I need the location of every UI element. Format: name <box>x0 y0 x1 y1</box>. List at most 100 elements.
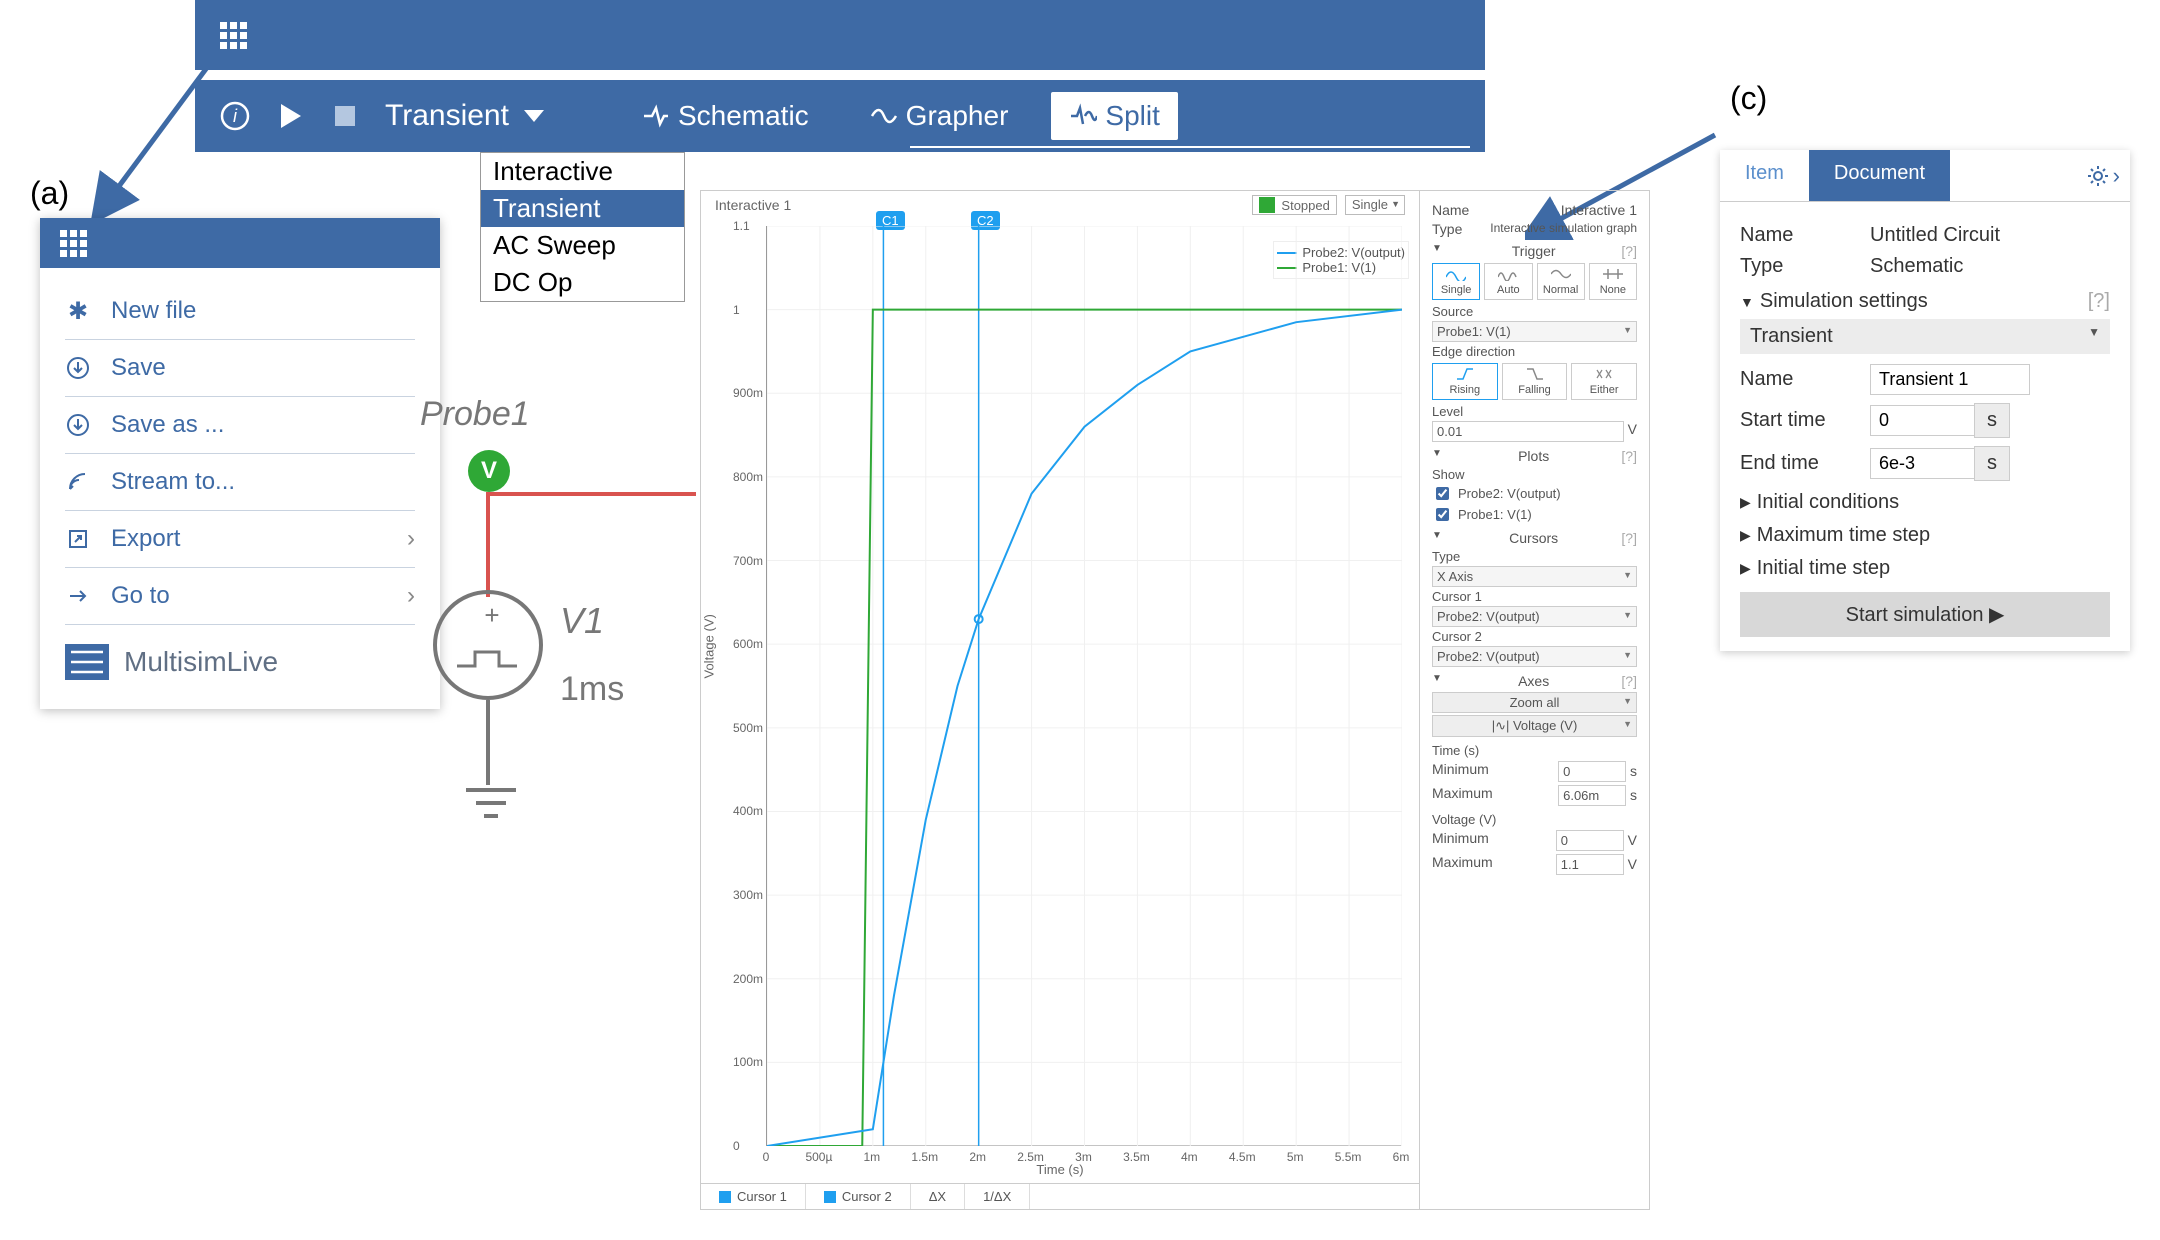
wire <box>486 492 696 496</box>
cursor-type-select[interactable]: X Axis <box>1432 566 1637 587</box>
view-schematic-button[interactable]: Schematic <box>624 92 827 140</box>
ground-icon <box>456 785 526 835</box>
end-time-input[interactable] <box>1870 448 1975 479</box>
edge-falling[interactable]: Falling <box>1502 363 1568 400</box>
dd-dc-op[interactable]: DC Op <box>481 264 684 301</box>
section-plots[interactable]: Plots[?] <box>1432 448 1637 464</box>
section-initial-timestep[interactable]: ▶Initial time step <box>1740 557 2110 580</box>
volt-max-input[interactable]: 1.1 <box>1556 854 1624 875</box>
tab-document[interactable]: Document <box>1809 150 1950 201</box>
menu-stream-to[interactable]: Stream to... <box>65 454 415 511</box>
unit-label: s <box>1974 446 2010 481</box>
start-time-input[interactable] <box>1870 405 1975 436</box>
app-grid-icon[interactable] <box>60 230 87 257</box>
multisim-logo[interactable]: MultisimLive <box>65 640 415 684</box>
menu-label: Save <box>111 354 166 382</box>
zoom-all-button[interactable]: Zoom all <box>1432 692 1637 713</box>
play-icon[interactable] <box>275 101 305 131</box>
menu-export[interactable]: Export › <box>65 511 415 568</box>
cursor-dx[interactable]: ΔX <box>911 1184 965 1209</box>
view-grapher-label: Grapher <box>906 100 1009 132</box>
voltage-source-icon[interactable]: + <box>433 590 543 700</box>
section-sim-settings[interactable]: ▼ Simulation settings [?] <box>1740 290 2110 313</box>
menu-goto[interactable]: Go to › <box>65 568 415 625</box>
chevron-right-icon: › <box>407 525 415 553</box>
trigger-mode-select[interactable]: Single <box>1345 195 1405 215</box>
analysis-type-select[interactable]: Transient <box>1740 319 2110 354</box>
grapher-panel: Interactive 1 Stopped Single C1 C2 Probe… <box>700 190 1420 1210</box>
info-icon[interactable]: i <box>220 101 250 131</box>
caret-down-icon: ▼ <box>1740 294 1754 310</box>
section-initial-conditions[interactable]: ▶Initial conditions <box>1740 491 2110 514</box>
source-label: Source <box>1432 304 1637 319</box>
cursor-2-info[interactable]: Cursor 2 <box>806 1184 911 1209</box>
section-trigger[interactable]: Trigger[?] <box>1432 243 1637 259</box>
export-icon <box>65 526 91 552</box>
plot-area[interactable] <box>766 226 1401 1146</box>
chart-title: Interactive 1 <box>715 197 791 213</box>
document-panel: Item Document › NameUntitled Circuit Typ… <box>1720 150 2130 651</box>
trig-normal[interactable]: Normal <box>1537 263 1585 300</box>
source-select[interactable]: Probe1: V(1) <box>1432 321 1637 342</box>
download-icon <box>65 412 91 438</box>
trig-auto[interactable]: Auto <box>1484 263 1532 300</box>
time-max-input[interactable]: 6.06m <box>1558 785 1626 806</box>
chevron-right-icon: › <box>407 582 415 610</box>
sim-name-input[interactable] <box>1870 364 2030 395</box>
unit-label: s <box>1974 403 2010 438</box>
menu-label: Save as ... <box>111 411 224 439</box>
cursor-1-info[interactable]: Cursor 1 <box>701 1184 806 1209</box>
tab-item[interactable]: Item <box>1720 150 1809 201</box>
dd-transient[interactable]: Transient <box>481 190 684 227</box>
sim-status: Stopped <box>1252 195 1336 215</box>
gear-icon[interactable]: › <box>2077 150 2130 201</box>
chevron-right-icon: › <box>2113 163 2120 189</box>
probe-badge[interactable]: V <box>468 450 510 492</box>
chevron-down-icon[interactable] <box>524 110 544 122</box>
circuit-name: Untitled Circuit <box>1870 224 2000 247</box>
view-split-label: Split <box>1105 100 1159 132</box>
menu-save[interactable]: Save <box>65 340 415 397</box>
sparkle-icon: ✱ <box>65 298 91 324</box>
app-grid-icon[interactable] <box>220 22 247 49</box>
trig-none[interactable]: None <box>1589 263 1637 300</box>
circuit-type: Schematic <box>1870 255 1963 278</box>
section-max-timestep[interactable]: ▶Maximum time step <box>1740 524 2110 547</box>
help-icon[interactable]: [?] <box>2088 290 2110 313</box>
volt-min-input[interactable]: 0 <box>1556 830 1624 851</box>
level-input[interactable]: 0.01 <box>1432 421 1624 442</box>
x-axis-label: Time (s) <box>1036 1162 1083 1177</box>
plot-check-2[interactable]: Probe1: V(1) <box>1432 505 1637 524</box>
start-simulation-button[interactable]: Start simulation ▶ <box>1740 592 2110 637</box>
view-split-button[interactable]: Split <box>1051 92 1177 140</box>
analysis-dropdown-label[interactable]: Transient <box>385 99 509 133</box>
section-axes[interactable]: Axes[?] <box>1432 673 1637 689</box>
svg-text:+: + <box>484 600 499 630</box>
dd-ac-sweep[interactable]: AC Sweep <box>481 227 684 264</box>
menu-save-as[interactable]: Save as ... <box>65 397 415 454</box>
dd-interactive[interactable]: Interactive <box>481 153 684 190</box>
time-min-input[interactable]: 0 <box>1558 761 1626 782</box>
menu-label: Stream to... <box>111 468 235 496</box>
annotation-a: (a) <box>30 175 69 212</box>
cursor-invdx[interactable]: 1/ΔX <box>965 1184 1030 1209</box>
schematic-snippet: Probe1 V + V1 1ms <box>420 395 690 955</box>
cursor1-select[interactable]: Probe2: V(output) <box>1432 606 1637 627</box>
stop-icon[interactable] <box>330 101 360 131</box>
cursor2-select[interactable]: Probe2: V(output) <box>1432 646 1637 667</box>
source-name: V1 <box>560 600 604 642</box>
edge-label: Edge direction <box>1432 344 1637 359</box>
edge-either[interactable]: Either <box>1571 363 1637 400</box>
edge-rising[interactable]: Rising <box>1432 363 1498 400</box>
view-grapher-button[interactable]: Grapher <box>852 92 1027 140</box>
menu-label: Export <box>111 525 180 553</box>
download-icon <box>65 355 91 381</box>
menu-new-file[interactable]: ✱ New file <box>65 283 415 340</box>
section-cursors[interactable]: Cursors[?] <box>1432 530 1637 546</box>
voltage-axis-button[interactable]: |∿| Voltage (V) <box>1432 715 1637 737</box>
menu-label: Go to <box>111 582 170 610</box>
menu-label: New file <box>111 297 196 325</box>
top-appbar <box>195 0 1485 70</box>
trig-single[interactable]: Single <box>1432 263 1480 300</box>
plot-check-1[interactable]: Probe2: V(output) <box>1432 484 1637 503</box>
